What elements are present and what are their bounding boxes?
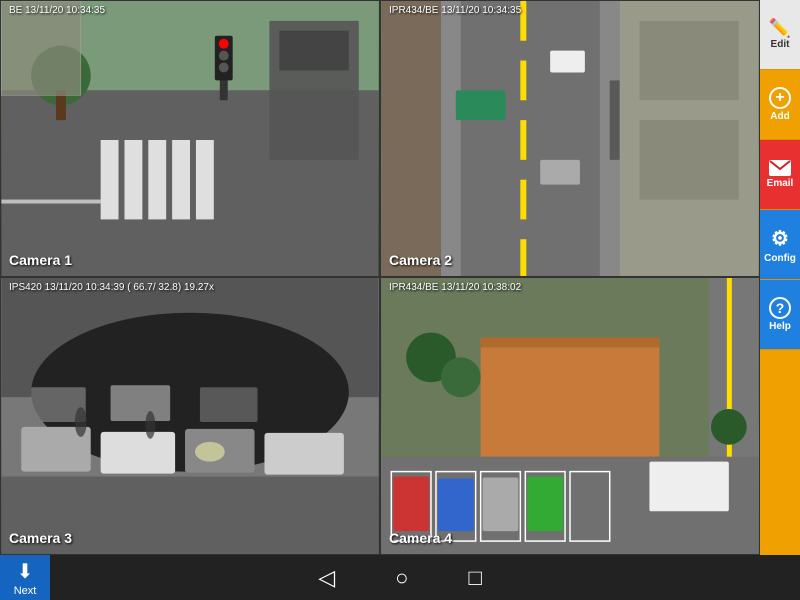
- camera-1-cell[interactable]: BE 13/11/20 10:34:35 Camera 1: [0, 0, 380, 277]
- bottom-bar: ⬇ Next ◁ ○ □: [0, 555, 800, 600]
- cam2-label: Camera 2: [389, 252, 452, 268]
- main-layout: BE 13/11/20 10:34:35 Camera 1: [0, 0, 800, 600]
- edit-icon: ✏️: [769, 19, 791, 37]
- next-label: Next: [14, 585, 37, 597]
- cam2-info-top: IPR434/BE 13/11/20 10:34:35: [389, 5, 521, 16]
- cam1-label: Camera 1: [9, 252, 72, 268]
- next-button[interactable]: ⬇ Next: [0, 555, 50, 600]
- help-label: Help: [769, 321, 791, 332]
- camera-grid: BE 13/11/20 10:34:35 Camera 1: [0, 0, 760, 555]
- camera-3-cell[interactable]: IPS420 13/11/20 10:34:39 ( 66.7/ 32.8) 1…: [0, 277, 380, 555]
- cam3-label: Camera 3: [9, 530, 72, 546]
- help-button[interactable]: ? Help: [760, 280, 800, 350]
- cam4-label: Camera 4: [389, 530, 452, 546]
- edit-button[interactable]: ✏️ Edit: [760, 0, 800, 70]
- camera-4-cell[interactable]: IPR434/BE 13/11/20 10:38:02 Camera 4: [380, 277, 760, 555]
- config-label: Config: [764, 253, 796, 264]
- add-button[interactable]: + Add: [760, 70, 800, 140]
- back-nav-icon[interactable]: ◁: [318, 565, 335, 591]
- home-nav-icon[interactable]: ○: [395, 565, 408, 591]
- email-icon: [769, 160, 791, 176]
- cam4-info-top: IPR434/BE 13/11/20 10:38:02: [389, 282, 521, 293]
- right-sidebar: ✏️ Edit + Add Email: [760, 0, 800, 555]
- camera-2-cell[interactable]: IPR434/BE 13/11/20 10:34:35 Camera 2: [380, 0, 760, 277]
- camera-row-bottom: IPS420 13/11/20 10:34:39 ( 66.7/ 32.8) 1…: [0, 277, 760, 555]
- add-label: Add: [770, 111, 789, 122]
- add-icon: +: [769, 87, 791, 109]
- config-button[interactable]: ⚙ Config: [760, 210, 800, 280]
- email-button[interactable]: Email: [760, 140, 800, 210]
- camera-row-top: BE 13/11/20 10:34:35 Camera 1: [0, 0, 760, 277]
- config-icon: ⚙: [771, 226, 789, 251]
- edit-label: Edit: [771, 39, 790, 50]
- email-label: Email: [767, 178, 794, 189]
- next-down-icon: ⬇: [17, 559, 34, 584]
- bottom-nav-area: ◁ ○ □: [50, 565, 750, 591]
- cam3-info-top: IPS420 13/11/20 10:34:39 ( 66.7/ 32.8) 1…: [9, 282, 214, 293]
- cam1-info-top: BE 13/11/20 10:34:35: [9, 5, 105, 16]
- recents-nav-icon[interactable]: □: [468, 565, 481, 591]
- help-icon: ?: [769, 297, 791, 319]
